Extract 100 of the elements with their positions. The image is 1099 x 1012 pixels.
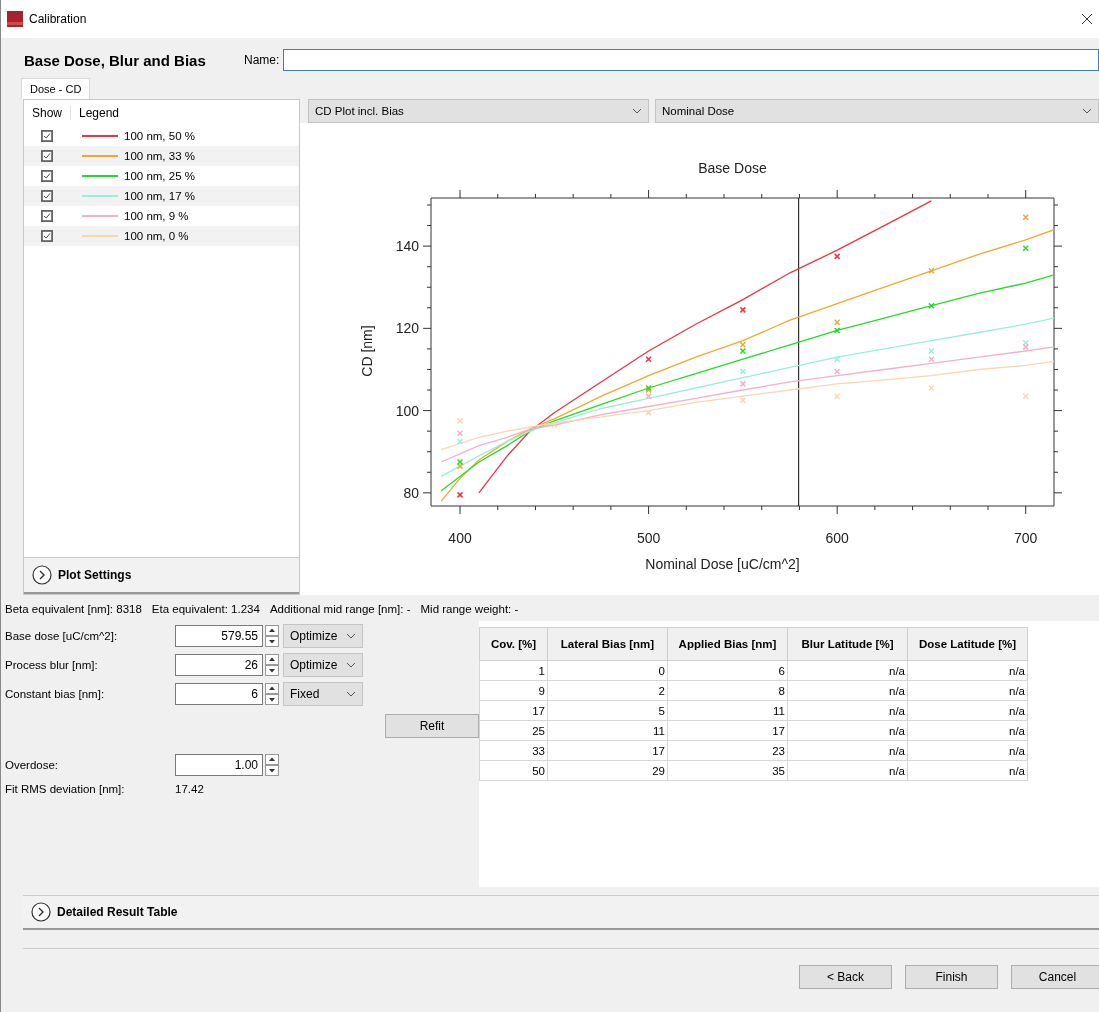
table-cell: n/a <box>907 760 1028 781</box>
axis-title: CD [nm] <box>359 325 375 377</box>
checkbox[interactable] <box>41 170 53 182</box>
column-header: Blur Latitude [%] <box>787 627 908 661</box>
column-header: Cov. [%] <box>479 627 548 661</box>
dialog-button[interactable]: Cancel <box>1011 965 1099 989</box>
data-point <box>928 267 935 275</box>
info-text: Additional mid range [nm]: - <box>269 603 411 617</box>
chevron-down-icon <box>1082 108 1092 114</box>
checkbox[interactable] <box>41 230 53 242</box>
chevron-down-icon <box>632 108 642 114</box>
column-header: Legend <box>70 106 120 120</box>
data-point <box>1022 244 1029 252</box>
field-label: Constant bias [nm]: <box>5 687 106 700</box>
window-title: Calibration <box>29 12 88 26</box>
field-label: Fit RMS deviation [nm]: <box>5 783 126 795</box>
table-cell: 0 <box>547 660 668 681</box>
app-logo-icon <box>7 11 23 27</box>
number-field[interactable]: 579.55 <box>175 624 263 647</box>
table-cell: 35 <box>667 760 788 781</box>
data-point <box>739 368 747 375</box>
data-point <box>928 384 935 392</box>
table-cell: n/a <box>907 700 1028 721</box>
mode-dropdown[interactable]: Optimize <box>283 652 363 677</box>
data-point <box>928 302 935 309</box>
tick-label: 600 <box>825 530 849 546</box>
field-label: Base dose [uC/cm^2]: <box>5 629 119 642</box>
table-cell: n/a <box>907 680 1028 701</box>
table-cell: 25 <box>479 720 548 741</box>
mode-dropdown[interactable]: Optimize <box>283 623 363 648</box>
spinner-arrows-icon[interactable] <box>265 682 279 705</box>
table-cell: 1 <box>479 660 548 681</box>
table-cell: 17 <box>479 700 548 721</box>
info-text: Beta equivalent [nm]: 8318 <box>5 603 142 617</box>
table-cell: 29 <box>547 760 668 781</box>
legend-label: 100 nm, 0 % <box>124 230 189 242</box>
field-label: Overdose: <box>5 758 60 771</box>
x-axis-dropdown[interactable]: Nominal Dose <box>655 99 1099 123</box>
data-point <box>645 409 652 416</box>
legend-label: 100 nm, 33 % <box>124 150 195 162</box>
data-point <box>1022 214 1029 221</box>
table-cell: 6 <box>667 660 788 681</box>
refit-button[interactable]: Refit <box>385 714 479 738</box>
data-point <box>833 253 841 260</box>
spinner-arrows-icon[interactable] <box>265 653 279 676</box>
table-cell: 23 <box>667 740 788 761</box>
spinner-arrows-icon[interactable] <box>265 624 279 647</box>
data-point <box>456 491 464 499</box>
tab[interactable]: Dose - CD <box>21 78 91 99</box>
chevron-down-icon <box>346 632 356 639</box>
expander-header[interactable]: Detailed Result Table <box>23 895 1099 930</box>
tick-label: 400 <box>448 530 472 546</box>
legend-label: 100 nm, 9 % <box>124 210 189 222</box>
field-label: Name: <box>244 53 280 67</box>
table-cell: n/a <box>787 680 908 701</box>
table-cell: n/a <box>787 760 908 781</box>
column-header: Applied Bias [nm] <box>667 627 788 661</box>
number-field[interactable]: 26 <box>175 653 263 676</box>
table-cell: n/a <box>787 660 908 681</box>
checkbox[interactable] <box>41 130 53 142</box>
number-field[interactable]: 6 <box>175 682 263 705</box>
table-cell: 33 <box>479 740 548 761</box>
table-cell: 11 <box>667 700 788 721</box>
field-label: Process blur [nm]: <box>5 658 99 671</box>
tick-label: 80 <box>403 484 419 501</box>
legend-label: 100 nm, 17 % <box>124 190 195 202</box>
dialog-button[interactable]: < Back <box>799 965 892 989</box>
legend-label: 100 nm, 25 % <box>124 170 195 182</box>
page-heading: Base Dose, Blur and Bias <box>24 51 207 69</box>
expander-header[interactable]: Plot Settings <box>24 557 299 594</box>
spinner-arrows-icon[interactable] <box>265 753 279 776</box>
table-cell: n/a <box>907 720 1028 741</box>
data-point <box>1022 392 1029 400</box>
table-cell: n/a <box>907 660 1028 681</box>
table-cell: n/a <box>787 740 908 761</box>
column-header: Show <box>31 106 63 120</box>
chevron-down-icon <box>346 690 356 697</box>
plot-type-dropdown[interactable]: CD Plot incl. Bias <box>308 99 649 123</box>
data-point <box>551 421 558 429</box>
checkbox[interactable] <box>41 150 53 162</box>
table-cell: 2 <box>547 680 668 701</box>
name-field[interactable] <box>283 49 1099 71</box>
info-text: Eta equivalent: 1.234 <box>151 603 260 617</box>
dialog-button[interactable]: Finish <box>905 965 998 989</box>
data-point <box>833 368 841 375</box>
table-cell: 8 <box>667 680 788 701</box>
table-cell: n/a <box>787 720 908 741</box>
data-point <box>739 397 747 404</box>
mode-dropdown[interactable]: Fixed <box>283 681 363 706</box>
table-cell: 50 <box>479 760 548 781</box>
legend-label: 100 nm, 50 % <box>124 130 195 142</box>
table-cell: 9 <box>479 680 548 701</box>
tick-label: 500 <box>636 530 661 546</box>
axis-title: Nominal Dose [uC/cm^2] <box>645 556 800 572</box>
data-point <box>739 306 747 314</box>
field-value: 17.42 <box>175 783 204 795</box>
info-text: Mid range weight: - <box>420 603 519 617</box>
number-field[interactable]: 1.00 <box>175 753 263 776</box>
checkbox[interactable] <box>41 210 53 222</box>
checkbox[interactable] <box>41 190 53 202</box>
